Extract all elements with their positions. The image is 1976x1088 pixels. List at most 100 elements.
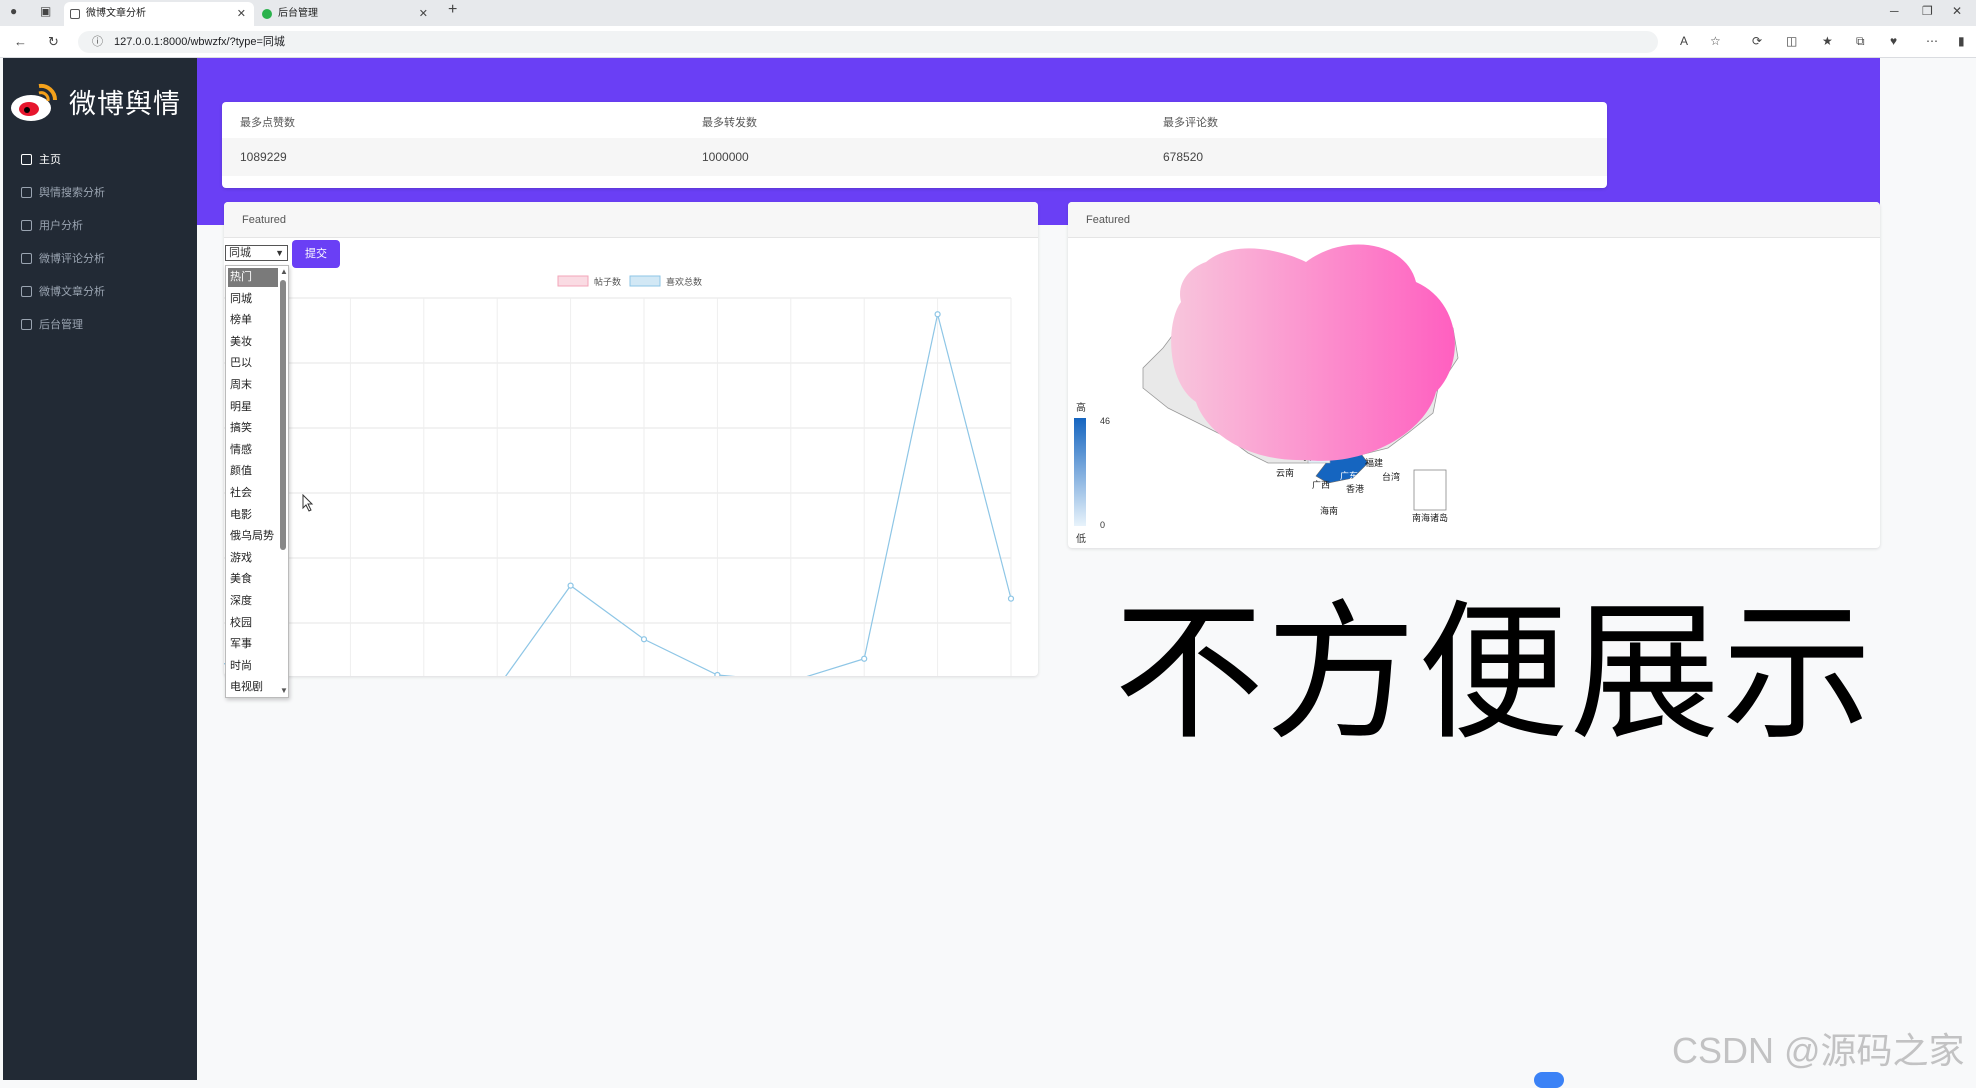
tab-title: 微博文章分析: [86, 8, 146, 19]
dropdown-option[interactable]: 搞笑: [228, 419, 278, 438]
dropdown-option[interactable]: 情感: [228, 441, 278, 460]
cube-icon: [21, 187, 32, 198]
brand[interactable]: 微博舆情: [7, 76, 197, 126]
type-select[interactable]: 同城 ▼: [225, 245, 288, 261]
tab-admin[interactable]: 后台管理 ✕: [256, 2, 436, 26]
dropdown-option[interactable]: 美妆: [228, 333, 278, 352]
map-label: 广西: [1312, 479, 1330, 490]
data-point: [640, 636, 648, 643]
type-dropdown-list[interactable]: ▲ ▼ 热门同城榜单美妆巴以周末明星搞笑情感颜值社会电影俄乌局势游戏美食深度校园…: [225, 265, 289, 698]
visualmap-high-label: 高: [1076, 401, 1086, 414]
dropdown-scrollbar[interactable]: [280, 280, 286, 550]
close-tab-icon[interactable]: ✕: [419, 2, 428, 26]
map-label: 台湾: [1382, 471, 1400, 482]
read-aloud-icon[interactable]: A: [1680, 34, 1688, 48]
page-icon: [70, 9, 80, 19]
dropdown-option[interactable]: 热门: [228, 268, 278, 287]
sidebar-item-comment-analysis[interactable]: 微博评论分析: [21, 249, 105, 269]
map-label: 南海诸岛: [1412, 512, 1448, 523]
sidebar-item-home[interactable]: 主页: [21, 150, 61, 170]
dropdown-option[interactable]: 同城: [228, 290, 278, 309]
map-label: 广东: [1340, 470, 1358, 481]
dropdown-option[interactable]: 游戏: [228, 549, 278, 568]
stat-value-comments: 678520: [1163, 150, 1204, 164]
info-icon[interactable]: ⓘ: [92, 31, 103, 53]
url-input[interactable]: ⓘ 127.0.0.1:8000/wbwzfx/?type=同城: [78, 31, 1658, 53]
sidebar-item-user-analysis[interactable]: 用户分析: [21, 216, 83, 236]
dropdown-option[interactable]: 巴以: [228, 354, 278, 373]
sidebar: 微博舆情 主页 舆情搜索分析 用户分析 微博评论分析 微博文章分析 后台管理: [3, 58, 197, 1080]
dropdown-option[interactable]: 颜值: [228, 462, 278, 481]
submit-button[interactable]: 提交: [292, 240, 340, 268]
sidebar-item-label: 用户分析: [39, 220, 83, 232]
data-point: [714, 671, 721, 676]
sidebar-toggle-icon[interactable]: ▮: [1958, 34, 1965, 48]
scroll-up-icon[interactable]: ▲: [280, 267, 288, 276]
dropdown-option[interactable]: 明星: [228, 398, 278, 417]
tab-actions-icon[interactable]: ▣: [40, 4, 51, 18]
stat-header-comments: 最多评论数: [1163, 117, 1218, 129]
sidebar-item-label: 微博文章分析: [39, 286, 105, 298]
favorite-icon[interactable]: ☆: [1710, 34, 1721, 48]
browser-essentials-icon[interactable]: ♥: [1890, 34, 1897, 48]
favorites-bar-icon[interactable]: ★: [1822, 34, 1833, 48]
address-bar: ← ↻ ⓘ 127.0.0.1:8000/wbwzfx/?type=同城 A ☆…: [0, 26, 1976, 58]
brand-name: 微博舆情: [69, 89, 181, 119]
legend-swatch: [557, 275, 589, 287]
close-tab-icon[interactable]: ✕: [237, 2, 246, 26]
split-screen-icon[interactable]: ◫: [1786, 34, 1797, 48]
dropdown-option[interactable]: 时尚: [228, 657, 278, 676]
data-point: [861, 655, 868, 662]
dropdown-option[interactable]: 电视剧: [228, 678, 278, 697]
floating-button[interactable]: [1534, 1072, 1564, 1088]
stat-value-likes: 1089229: [240, 150, 287, 164]
south-china-sea-inset: [1413, 469, 1447, 511]
profile-icon[interactable]: ●: [10, 4, 17, 18]
back-icon[interactable]: ←: [14, 34, 27, 49]
new-tab-icon[interactable]: +: [448, 1, 457, 19]
series-line: [224, 314, 1012, 676]
minimize-icon[interactable]: ─: [1890, 4, 1899, 18]
restore-icon[interactable]: ❐: [1922, 4, 1933, 18]
dropdown-option[interactable]: 军事: [228, 635, 278, 654]
stats-card: 最多点赞数 最多转发数 最多评论数 1089229 1000000 678520: [222, 102, 1607, 188]
visualmap-min: 0: [1100, 520, 1105, 530]
dropdown-option[interactable]: 电影: [228, 506, 278, 525]
dropdown-option[interactable]: 周末: [228, 376, 278, 395]
chevron-down-icon: ▼: [275, 248, 284, 258]
chart-card: Featured 2024-08-232024-08-242024-09-012…: [224, 202, 1038, 676]
sidebar-item-label: 主页: [39, 154, 61, 166]
sidebar-item-search-analysis[interactable]: 舆情搜索分析: [21, 183, 105, 203]
site-icon: [262, 9, 272, 19]
tab-title: 后台管理: [278, 8, 318, 19]
collections-icon[interactable]: ⧉: [1856, 34, 1865, 49]
watermark: CSDN @源码之家: [1672, 1030, 1965, 1071]
weibo-logo-icon: [11, 83, 58, 121]
sidebar-item-article-analysis[interactable]: 微博文章分析: [21, 282, 105, 302]
dropdown-option[interactable]: 俄乌局势: [228, 527, 278, 546]
dropdown-option[interactable]: 深度: [228, 592, 278, 611]
dropdown-option[interactable]: 美食: [228, 570, 278, 589]
mouse-cursor-icon: [302, 494, 314, 512]
document-icon: [21, 286, 32, 297]
legend-label: 帖子数: [594, 276, 621, 287]
map-label: 香港: [1346, 483, 1364, 494]
visualmap-bar[interactable]: [1074, 418, 1086, 526]
reload-icon[interactable]: ↻: [48, 34, 59, 50]
scroll-down-icon[interactable]: ▼: [280, 686, 288, 695]
extensions-icon[interactable]: ⟳: [1752, 34, 1762, 48]
redaction-blob: [1171, 244, 1455, 461]
more-icon[interactable]: ⋯: [1926, 34, 1938, 48]
map-label: 云南: [1276, 467, 1294, 478]
dropdown-option[interactable]: 社会: [228, 484, 278, 503]
dropdown-option[interactable]: 校园: [228, 614, 278, 633]
close-window-icon[interactable]: ✕: [1952, 4, 1962, 18]
sidebar-item-admin[interactable]: 后台管理: [21, 315, 83, 335]
sidebar-item-label: 后台管理: [39, 319, 83, 331]
stat-header-likes: 最多点赞数: [240, 117, 295, 129]
cube-icon: [21, 253, 32, 264]
document-icon: [21, 220, 32, 231]
data-point: [567, 582, 574, 589]
tab-weibo-article[interactable]: 微博文章分析 ✕: [64, 2, 254, 26]
dropdown-option[interactable]: 榜单: [228, 311, 278, 330]
